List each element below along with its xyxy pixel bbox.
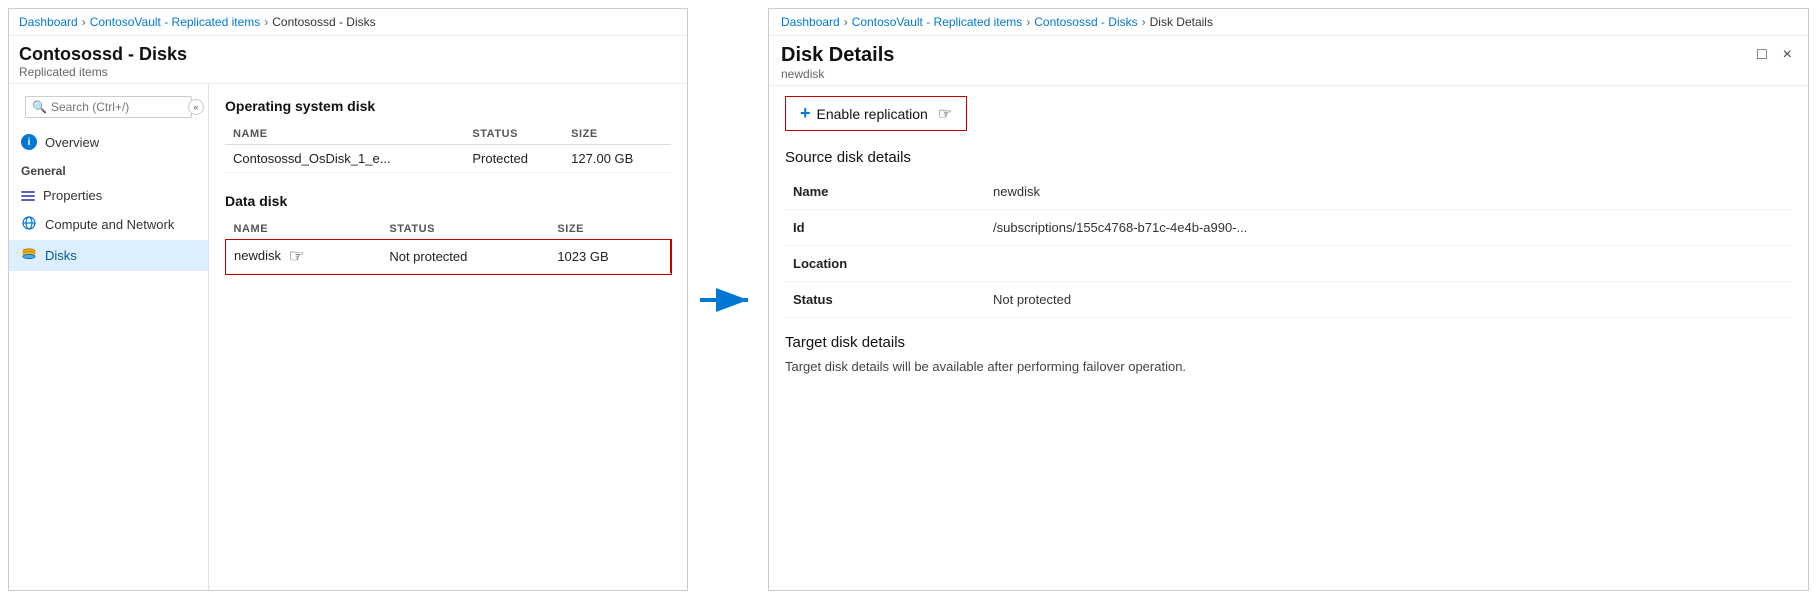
main-content: Operating system disk NAME STATUS SIZE C… (209, 84, 687, 590)
right-header-actions: □ × (1753, 44, 1796, 66)
cursor-hand-icon: ☞ (938, 104, 952, 124)
sidebar: 🔍 « i Overview General Properties (9, 84, 209, 590)
maximize-button[interactable]: □ (1753, 44, 1771, 66)
breadcrumb-sep-2: › (264, 15, 268, 29)
breadcrumb-sep-1: › (82, 15, 86, 29)
os-col-size: SIZE (563, 124, 671, 145)
search-icon: 🔍 (32, 100, 47, 114)
data-disk-size: 1023 GB (549, 240, 670, 274)
disks-icon (21, 246, 37, 265)
detail-row-name: Name newdisk (785, 174, 1792, 210)
right-arrow-icon (698, 285, 758, 315)
arrow-container (688, 0, 768, 599)
sidebar-compute-label: Compute and Network (45, 217, 174, 232)
detail-label-location: Location (785, 246, 985, 282)
info-icon: i (21, 134, 37, 150)
sidebar-item-overview[interactable]: i Overview (9, 128, 208, 156)
panel-body: 🔍 « i Overview General Properties (9, 84, 687, 590)
right-breadcrumb-dashboard[interactable]: Dashboard (781, 15, 840, 29)
detail-row-status: Status Not protected (785, 282, 1792, 318)
dd-col-status: STATUS (381, 219, 549, 240)
source-section-title: Source disk details (785, 149, 1792, 166)
breadcrumb-dashboard[interactable]: Dashboard (19, 15, 78, 29)
target-section-title: Target disk details (785, 334, 1792, 351)
right-panel: Dashboard › ContosoVault - Replicated it… (768, 8, 1809, 591)
plus-icon: + (800, 103, 811, 124)
sidebar-overview-label: Overview (45, 135, 99, 150)
close-button[interactable]: × (1779, 44, 1796, 66)
os-disk-name: Contosossd_OsDisk_1_e... (225, 145, 464, 173)
detail-row-location: Location (785, 246, 1792, 282)
target-note: Target disk details will be available af… (785, 359, 1792, 374)
os-col-name: NAME (225, 124, 464, 145)
right-breadcrumb-disks[interactable]: Contosossd - Disks (1034, 15, 1137, 29)
os-disk-table: NAME STATUS SIZE Contosossd_OsDisk_1_e..… (225, 124, 671, 173)
os-disk-section-title: Operating system disk (225, 98, 671, 114)
detail-label-status: Status (785, 282, 985, 318)
right-panel-subtitle: newdisk (781, 67, 894, 81)
enable-replication-button[interactable]: + Enable replication ☞ (785, 96, 967, 131)
dd-col-name: NAME (226, 219, 382, 240)
dd-col-size: SIZE (549, 219, 670, 240)
sidebar-item-disks[interactable]: Disks (9, 240, 208, 271)
search-row: 🔍 « (17, 96, 200, 118)
detail-label-id: Id (785, 210, 985, 246)
left-breadcrumb: Dashboard › ContosoVault - Replicated it… (9, 9, 687, 36)
left-page-header: Contosossd - Disks Replicated items (9, 36, 687, 84)
data-disk-status: Not protected (381, 240, 549, 274)
detail-value-location (985, 246, 1792, 282)
sidebar-properties-label: Properties (43, 188, 102, 203)
bars-icon (21, 191, 35, 201)
right-body: + Enable replication ☞ Source disk detai… (769, 86, 1808, 590)
right-sep-2: › (1026, 15, 1030, 29)
detail-value-status: Not protected (985, 282, 1792, 318)
data-disk-name: newdisk ☞ (226, 240, 382, 274)
right-header: Disk Details newdisk □ × (769, 36, 1808, 86)
os-col-status: STATUS (464, 124, 563, 145)
sidebar-item-compute-network[interactable]: Compute and Network (9, 209, 208, 240)
source-detail-table: Name newdisk Id /subscriptions/155c4768-… (785, 174, 1792, 318)
enable-replication-label: Enable replication (817, 106, 928, 122)
sidebar-disks-label: Disks (45, 248, 77, 263)
sidebar-item-properties[interactable]: Properties (9, 182, 208, 209)
table-row[interactable]: newdisk ☞ Not protected 1023 GB (226, 240, 671, 274)
search-box[interactable]: 🔍 (25, 96, 192, 118)
breadcrumb-vault[interactable]: ContosoVault - Replicated items (90, 15, 261, 29)
page-title: Contosossd - Disks (19, 44, 677, 65)
os-disk-size: 127.00 GB (563, 145, 671, 173)
right-sep-3: › (1142, 15, 1146, 29)
table-row[interactable]: Contosossd_OsDisk_1_e... Protected 127.0… (225, 145, 671, 173)
data-disk-section-title: Data disk (225, 193, 671, 209)
search-input[interactable] (51, 100, 185, 114)
sidebar-section-general: General (9, 156, 208, 182)
globe-icon (21, 215, 37, 234)
right-panel-title: Disk Details (781, 44, 894, 67)
sidebar-collapse-button[interactable]: « (188, 99, 204, 115)
detail-label-name: Name (785, 174, 985, 210)
cursor-pointer-icon: ☞ (289, 246, 305, 267)
detail-row-id: Id /subscriptions/155c4768-b71c-4e4b-a99… (785, 210, 1792, 246)
page-subtitle: Replicated items (19, 65, 677, 79)
right-breadcrumb: Dashboard › ContosoVault - Replicated it… (769, 9, 1808, 36)
right-title-group: Disk Details newdisk (781, 44, 894, 81)
os-disk-status: Protected (464, 145, 563, 173)
detail-value-id: /subscriptions/155c4768-b71c-4e4b-a990-.… (985, 210, 1792, 246)
right-breadcrumb-vault[interactable]: ContosoVault - Replicated items (852, 15, 1023, 29)
left-panel: Dashboard › ContosoVault - Replicated it… (8, 8, 688, 591)
breadcrumb-current: Contosossd - Disks (272, 15, 375, 29)
right-breadcrumb-current: Disk Details (1150, 15, 1213, 29)
data-disk-table: NAME STATUS SIZE newdisk ☞ Not protected… (225, 219, 671, 274)
detail-value-name: newdisk (985, 174, 1792, 210)
right-sep-1: › (844, 15, 848, 29)
